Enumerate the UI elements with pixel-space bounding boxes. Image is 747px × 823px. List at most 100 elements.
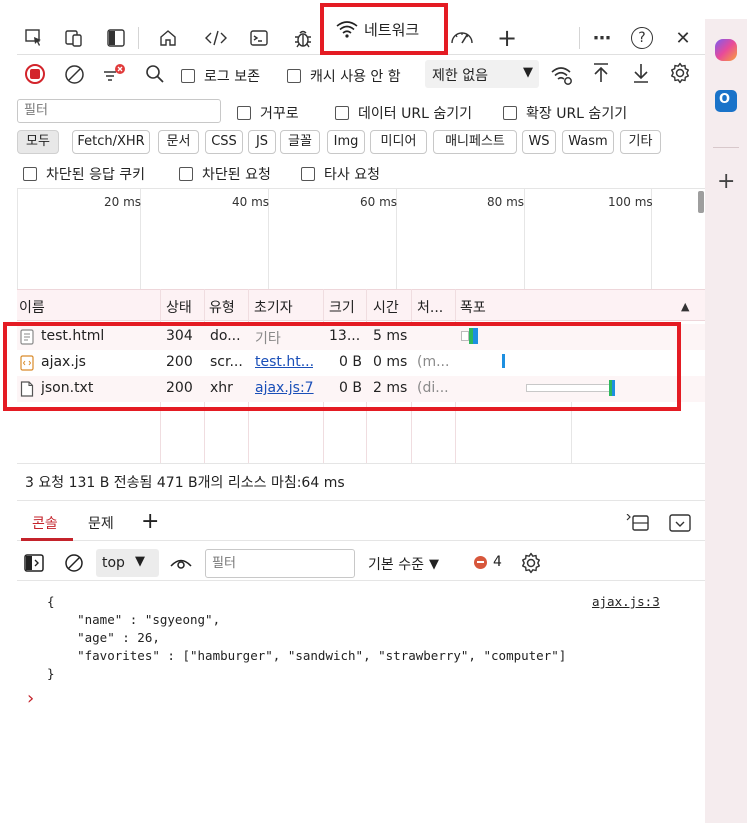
- copilot-icon[interactable]: [715, 39, 737, 61]
- live-expression-eye-icon[interactable]: [170, 555, 192, 575]
- console-settings-gear-icon[interactable]: [520, 552, 542, 578]
- more-options-button[interactable]: ⋯: [589, 25, 615, 51]
- chip-css[interactable]: CSS: [205, 130, 243, 154]
- log-level-label: 기본 수준: [368, 557, 424, 573]
- chip-fetch-xhr[interactable]: Fetch/XHR: [72, 130, 150, 154]
- blocked-requests-checkbox[interactable]: 차단된 요청: [179, 164, 271, 184]
- chip-js[interactable]: JS: [248, 130, 276, 154]
- chevron-down-icon: ▼: [523, 65, 533, 80]
- console-icon[interactable]: [246, 25, 272, 51]
- chip-font[interactable]: 글꼴: [280, 130, 320, 154]
- col-header-status[interactable]: 상태: [166, 297, 192, 317]
- console-log-line: "age" : 26,: [47, 630, 160, 645]
- timeline-tick: 20 ms: [104, 195, 142, 209]
- tab-issues[interactable]: 문제: [88, 513, 114, 533]
- hide-extension-url-checkbox[interactable]: 확장 URL 숨기기: [503, 103, 627, 123]
- preserve-log-checkbox[interactable]: 로그 보존: [181, 66, 260, 86]
- console-output: ajax.js:3 { "name" : "sgyeong", "age" : …: [17, 582, 705, 823]
- bug-icon[interactable]: [290, 25, 316, 51]
- add-tool-button[interactable]: +: [494, 24, 520, 52]
- chip-wasm[interactable]: Wasm: [562, 130, 614, 154]
- divider: [579, 27, 580, 49]
- inspect-element-icon[interactable]: [21, 25, 47, 51]
- third-party-checkbox[interactable]: 타사 요청: [301, 164, 380, 184]
- console-filter-input[interactable]: 필터: [205, 549, 355, 578]
- col-header-size[interactable]: 크기: [329, 297, 355, 317]
- device-emulation-icon[interactable]: [61, 25, 87, 51]
- close-devtools-button[interactable]: ✕: [670, 25, 696, 51]
- network-conditions-icon[interactable]: [550, 64, 574, 90]
- tab-network[interactable]: 네트워크: [320, 3, 448, 55]
- context-select[interactable]: top ▼: [96, 549, 159, 577]
- chip-document[interactable]: 문서: [158, 130, 199, 154]
- checkbox-box: [179, 167, 193, 181]
- tab-console[interactable]: 콘솔: [32, 513, 58, 533]
- timeline-tick: 60 ms: [360, 195, 398, 209]
- col-header-name[interactable]: 이름: [19, 297, 45, 317]
- disable-cache-checkbox[interactable]: 캐시 사용 안 함: [287, 66, 401, 86]
- throttle-select[interactable]: 제한 없음 ▼: [425, 60, 539, 88]
- console-sidebar-toggle-icon[interactable]: [24, 554, 44, 576]
- outlook-icon[interactable]: O: [715, 90, 737, 112]
- close-drawer-icon[interactable]: [669, 514, 691, 536]
- chip-manifest[interactable]: 매니페스트: [433, 130, 517, 154]
- browser-sidebar: O +: [705, 19, 747, 823]
- chip-media[interactable]: 미디어: [370, 130, 427, 154]
- timeline-tick: 40 ms: [232, 195, 270, 209]
- help-icon[interactable]: ?: [629, 25, 655, 51]
- chip-ws[interactable]: WS: [522, 130, 556, 154]
- chip-other[interactable]: 기타: [620, 130, 661, 154]
- timeline-overview[interactable]: 20 ms 40 ms 60 ms 80 ms 100 ms: [17, 188, 705, 289]
- chevron-down-icon: ▼: [428, 556, 439, 572]
- checkbox-box: [287, 69, 301, 83]
- search-icon[interactable]: [145, 64, 165, 88]
- overview-range-handle[interactable]: [698, 191, 704, 213]
- console-log-line: }: [47, 666, 55, 681]
- col-header-time[interactable]: 시간: [373, 297, 399, 317]
- console-source-link[interactable]: ajax.js:3: [592, 594, 660, 609]
- issues-counter[interactable]: 4: [474, 554, 502, 570]
- col-header-priority[interactable]: 처...: [417, 297, 443, 317]
- clear-icon[interactable]: [64, 64, 85, 89]
- filter-toggle-icon[interactable]: [101, 62, 127, 90]
- log-level-select[interactable]: 기본 수준 ▼: [368, 554, 439, 574]
- elements-icon[interactable]: [203, 25, 229, 51]
- console-log-line: {: [47, 594, 55, 609]
- dock-drawer-icon[interactable]: [626, 513, 650, 536]
- col-header-initiator[interactable]: 초기자: [254, 297, 293, 317]
- checkbox-box: [23, 167, 37, 181]
- chip-img[interactable]: Img: [327, 130, 365, 154]
- clear-console-icon[interactable]: [64, 553, 84, 577]
- context-label: top: [102, 555, 125, 571]
- divider: [138, 27, 139, 49]
- console-prompt[interactable]: ›: [27, 688, 34, 709]
- record-button[interactable]: [25, 64, 45, 84]
- export-har-icon[interactable]: [631, 62, 651, 88]
- tab-network-label: 네트워크: [364, 21, 420, 39]
- wifi-icon: [336, 21, 358, 38]
- home-icon[interactable]: [155, 25, 181, 51]
- toggle-sidebar-icon[interactable]: [103, 25, 129, 51]
- divider: [713, 147, 739, 148]
- col-header-waterfall[interactable]: 폭포: [460, 297, 486, 317]
- sort-ascending-icon[interactable]: ▲: [681, 300, 689, 313]
- add-drawer-tab-button[interactable]: +: [141, 509, 159, 534]
- third-party-label: 타사 요청: [324, 167, 380, 183]
- blocked-requests-label: 차단된 요청: [202, 167, 271, 183]
- settings-gear-icon[interactable]: [669, 62, 691, 88]
- network-summary-bar: 3 요청 131 B 전송됨 471 B개의 리소스 마침:64 ms: [17, 463, 705, 501]
- checkbox-box: [503, 106, 517, 120]
- blocked-cookies-checkbox[interactable]: 차단된 응답 쿠키: [23, 164, 145, 184]
- console-log-line: "name" : "sgyeong",: [47, 612, 221, 627]
- filter-input[interactable]: 필터: [17, 99, 221, 123]
- import-har-icon[interactable]: [591, 62, 611, 88]
- invert-checkbox[interactable]: 거꾸로: [237, 103, 299, 123]
- throttle-label: 제한 없음: [432, 68, 488, 84]
- chevron-down-icon: ▼: [135, 554, 145, 569]
- add-sidebar-app-icon[interactable]: +: [717, 169, 735, 194]
- chip-all[interactable]: 모두: [17, 130, 59, 154]
- col-header-type[interactable]: 유형: [209, 297, 235, 317]
- hide-data-url-checkbox[interactable]: 데이터 URL 숨기기: [335, 103, 472, 123]
- checkbox-box: [181, 69, 195, 83]
- performance-icon[interactable]: [449, 25, 475, 51]
